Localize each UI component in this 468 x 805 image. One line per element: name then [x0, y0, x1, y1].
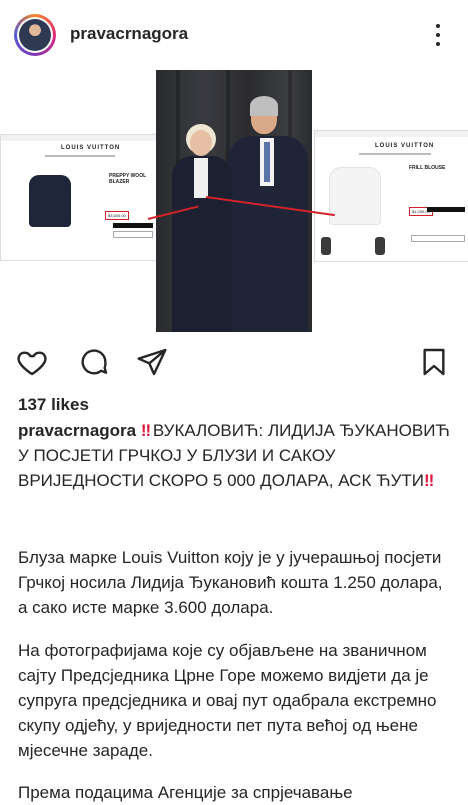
- avatar[interactable]: [14, 14, 56, 56]
- caption-username[interactable]: pravacrnagora: [18, 421, 136, 440]
- caption-paragraph-2: На фотографијама које су објављене на зв…: [18, 641, 437, 760]
- product-card-blazer: LOUIS VUITTON PREPPY WOOL BLAZER $3,600.…: [0, 134, 158, 261]
- blouse-image: [329, 167, 381, 225]
- likes-count[interactable]: 137 likes: [18, 395, 89, 415]
- comment-icon[interactable]: [78, 346, 110, 378]
- brand-logo: LOUIS VUITTON: [375, 143, 435, 149]
- post-image[interactable]: LOUIS VUITTON PREPPY WOOL BLAZER $3,600.…: [0, 70, 468, 340]
- post-actions: [0, 340, 468, 386]
- price-highlight: $3,600.00: [105, 211, 129, 220]
- blazer-image: [29, 175, 71, 227]
- caption-paragraph-3: Према подацима Агенције за спрјечавање: [18, 783, 353, 802]
- post-header: pravacrnagora: [0, 0, 468, 70]
- bookmark-icon[interactable]: [418, 346, 450, 378]
- username[interactable]: pravacrnagora: [70, 24, 188, 44]
- product-card-blouse: LOUIS VUITTON FRILL BLOUSE $1,250.00: [314, 130, 468, 262]
- caption: pravacrnagora ‼ ВУКАЛОВИЋ: ЛИДИЈА ЂУКАНО…: [18, 418, 454, 493]
- double-exclamation-emoji: ‼: [424, 471, 434, 490]
- heart-icon[interactable]: [16, 346, 48, 378]
- product-title: PREPPY WOOL BLAZER: [109, 173, 147, 185]
- caption-paragraph-1: Блуза марке Louis Vuitton коју је у јуче…: [18, 548, 443, 617]
- more-vertical-icon[interactable]: [425, 18, 451, 52]
- product-title: FRILL BLOUSE: [409, 165, 446, 171]
- brand-logo: LOUIS VUITTON: [61, 145, 121, 151]
- send-icon[interactable]: [136, 346, 168, 378]
